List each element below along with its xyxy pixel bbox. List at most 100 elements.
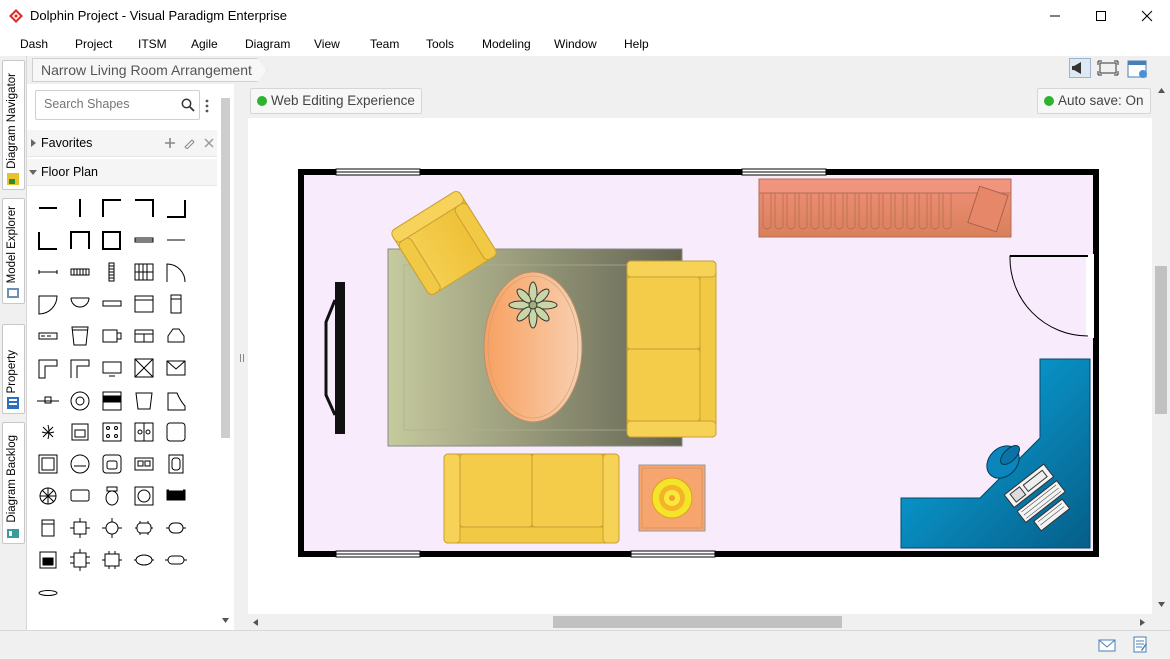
maximize-button[interactable] [1078,0,1124,32]
shape-round-table-chairs[interactable] [39,487,57,505]
menu-help[interactable]: Help [624,37,649,51]
mail-icon[interactable] [1098,639,1116,653]
shape-wall-corner-tl[interactable] [102,199,121,217]
shape-envelope-box[interactable] [166,360,186,376]
shape-stairs-v[interactable] [108,262,115,282]
scroll-down-icon[interactable] [221,616,230,624]
shape-tub-rect[interactable] [166,422,186,442]
shape-locker[interactable] [170,294,182,314]
shape-window[interactable] [134,237,154,243]
shape-drain[interactable] [70,391,90,411]
auto-save-badge[interactable]: Auto save: On [1037,88,1151,114]
close-button[interactable] [1124,0,1170,32]
shape-wall-corner-br[interactable] [167,200,186,218]
shape-washer[interactable] [134,486,154,506]
shape-appliance[interactable] [102,329,122,343]
shape-wall-corner-bl[interactable] [38,232,57,250]
shape-toilet[interactable] [105,486,119,506]
shape-opening[interactable] [38,270,58,274]
panel-scrollbar[interactable] [221,98,230,438]
horizontal-scroll-thumb[interactable] [553,616,842,628]
more-options-icon[interactable] [204,98,210,114]
tab-property[interactable]: Property [2,324,25,414]
shape-sink-square[interactable] [102,454,122,474]
shape-table-8-chairs[interactable] [70,549,90,571]
fit-diagram-icon[interactable] [1097,58,1119,78]
window-bottom-left[interactable] [335,550,421,558]
shape-box-cross[interactable] [134,358,154,378]
shape-chair[interactable] [41,519,55,537]
menu-view[interactable]: View [314,37,340,51]
shape-room[interactable] [102,231,121,250]
menu-itsm[interactable]: ITSM [138,37,167,51]
shape-basin-round[interactable] [70,454,90,474]
scroll-down-icon[interactable] [1157,600,1166,608]
horizontal-scrollbar[interactable] [248,614,1152,630]
scroll-up-icon[interactable] [1157,87,1166,95]
shape-stairs-grid[interactable] [134,263,154,281]
breadcrumb[interactable]: Narrow Living Room Arrangement [32,58,267,82]
shape-printer[interactable] [102,391,122,411]
layout-icon[interactable] [1126,58,1150,80]
add-icon[interactable] [164,137,176,149]
menu-window[interactable]: Window [554,37,597,51]
shape-stove[interactable] [102,422,122,442]
sofa-horizontal[interactable] [443,453,620,544]
sofa-vertical[interactable] [626,260,717,438]
tab-diagram-navigator[interactable]: Diagram Navigator [2,60,25,190]
shape-wall-u[interactable] [70,231,90,249]
window-top-left[interactable] [335,168,421,176]
search-icon[interactable] [181,98,195,112]
shape-sink-unit[interactable] [71,423,89,441]
shape-cooktop[interactable] [134,422,154,442]
tab-diagram-backlog[interactable]: Diagram Backlog [2,422,25,544]
shape-round-table-4[interactable] [102,518,122,538]
search-box[interactable] [35,90,200,120]
shape-counter-l[interactable] [38,359,58,379]
shape-table-4-chairs[interactable] [70,518,90,538]
vertical-scrollbar[interactable] [1153,84,1170,614]
shape-door-quarter[interactable] [38,295,58,315]
splitter[interactable] [235,84,247,630]
shape-door-swing[interactable] [166,263,186,283]
shape-rug-small[interactable] [38,590,58,596]
shape-sliding-door[interactable] [102,300,122,307]
web-editing-badge[interactable]: Web Editing Experience [250,88,422,114]
shape-faucet[interactable] [37,396,59,404]
menu-tools[interactable]: Tools [426,37,454,51]
shape-desk-chair[interactable] [39,551,57,569]
shape-oval-dining[interactable] [134,554,154,566]
shape-piano[interactable] [167,392,186,411]
window-bottom-right[interactable] [630,550,716,558]
window-top-right[interactable] [741,168,827,176]
section-favorites[interactable]: Favorites [27,130,217,157]
shape-tv-unit[interactable] [134,329,154,343]
shape-fireplace[interactable] [167,328,185,343]
shape-bucket[interactable] [135,392,153,410]
shape-cabinet[interactable] [134,295,154,313]
shape-shelf[interactable] [38,332,58,340]
floor-plan-drawing[interactable] [248,118,1152,614]
menu-agile[interactable]: Agile [191,37,218,51]
shape-double-sink[interactable] [134,457,154,471]
shape-car[interactable] [166,489,186,501]
shape-oval-table-6[interactable] [135,521,153,535]
shape-capsule-table[interactable] [166,522,186,534]
couch-top[interactable] [758,178,1012,238]
search-input[interactable] [42,96,176,112]
shape-double-door[interactable] [70,297,90,308]
shape-wall-corner-tr[interactable] [135,199,154,217]
shape-plant[interactable] [41,424,55,440]
shape-monitor[interactable] [102,361,122,377]
edit-icon[interactable] [183,137,195,149]
splitter-grip[interactable] [240,354,244,362]
shape-rect-table-6[interactable] [102,551,122,569]
shape-counter-corner[interactable] [70,359,90,378]
shape-bathtub[interactable] [168,454,184,474]
shape-stairs-h[interactable] [70,268,90,276]
vertical-scroll-thumb[interactable] [1155,266,1167,414]
menu-team[interactable]: Team [370,37,399,51]
menu-dash[interactable]: Dash [20,37,48,51]
shape-trash-bin[interactable] [71,326,89,346]
side-table-lamp[interactable] [638,464,706,532]
